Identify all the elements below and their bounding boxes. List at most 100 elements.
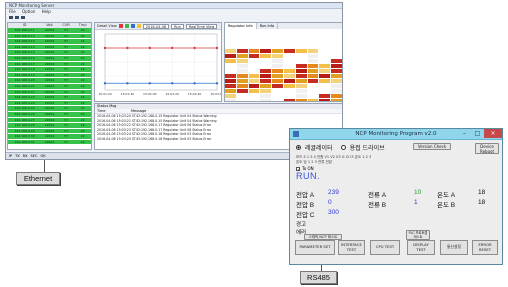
node-cell: 192.168.0.19 — [8, 72, 42, 78]
node-cell: 22004 — [41, 128, 58, 134]
run-button[interactable]: Run — [171, 23, 184, 29]
menu-option[interactable]: Option — [22, 9, 35, 14]
node-cell: 22 — [74, 44, 91, 50]
node-cell: 22004 — [41, 61, 58, 67]
status-tx: TX — [15, 154, 20, 158]
display-test-button[interactable]: DISPLAY TEST — [407, 240, 435, 255]
maximize-icon[interactable]: □ — [471, 129, 484, 138]
node-cell: 22 — [74, 111, 91, 117]
node-cell: 192.168.0.31 — [8, 139, 42, 145]
node-cell: 192.168.0.15 — [8, 50, 42, 55]
node-cell: 22 — [74, 50, 91, 55]
node-cell: 22 — [74, 134, 91, 139]
register-cell — [225, 99, 237, 101]
error-reset-button[interactable]: ERROR RESET — [472, 240, 498, 255]
node-cell: 22 — [74, 83, 91, 89]
register-grid — [225, 29, 342, 101]
node-cell: 57 — [57, 95, 75, 100]
toolbar — [6, 15, 342, 20]
ncp-titlebar: NCP Monitoring Program v2.0 – □ × — [290, 129, 502, 140]
menu-help[interactable]: Help — [42, 9, 51, 14]
col-time: Time — [97, 109, 106, 113]
green-swatch[interactable] — [124, 24, 129, 28]
node-cell: 22004 — [41, 89, 58, 95]
temp-b-label: 온도 B — [437, 202, 456, 209]
temp-a-label: 온도 A — [437, 192, 456, 199]
node-cell: 22004 — [41, 50, 58, 55]
cpu-test-button[interactable]: CPU TEST — [370, 240, 400, 255]
node-table: ID Volt CUR Tmp 192.168.0.11 22004 57 22 192… — [7, 22, 92, 150]
node-cell: 22 — [74, 28, 91, 33]
ethernet-callout: Ethernet — [16, 172, 60, 185]
data-point — [193, 46, 196, 50]
line-chart: 15:01:20 15:01:40 15:02:00 15:02:20 15:02:40… — [98, 33, 221, 96]
voltage-c-value: 300 — [328, 209, 339, 216]
node-table-row[interactable]: 192.168.0.31 22004 57 22 — [8, 139, 91, 146]
node-cell: 57 — [57, 50, 75, 55]
node-cell: 22004 — [41, 78, 58, 83]
node-cell: 22 — [74, 128, 91, 134]
node-cell: 22 — [74, 106, 91, 111]
voltage-a-label: 전압 A — [296, 192, 315, 199]
red-swatch[interactable] — [118, 24, 123, 28]
close-icon[interactable]: × — [484, 129, 502, 138]
stop-icon[interactable] — [15, 16, 19, 19]
node-rows: 192.168.0.11 22004 57 22 192.168.0.12 22004 57… — [8, 28, 91, 146]
date-field[interactable]: 2016-04-06 — [142, 23, 170, 29]
menu-file[interactable]: File — [9, 9, 16, 14]
node-cell: 57 — [57, 72, 75, 78]
current-b-value: 1 — [414, 199, 418, 206]
node-cell: 22 — [74, 33, 91, 39]
node-cell: 22004 — [41, 39, 58, 44]
node-cell: 192.168.0.16 — [8, 55, 42, 61]
voltage-a-value: 239 — [328, 189, 339, 196]
node-cell: 57 — [57, 134, 75, 139]
node-cell: 57 — [57, 128, 75, 134]
node-cell: 57 — [57, 123, 75, 128]
data-point — [103, 46, 107, 50]
current-a-value: 10 — [414, 189, 422, 196]
node-cell: 22 — [74, 55, 91, 61]
x-tick-label: 15:01:20 — [98, 92, 112, 96]
minimize-icon[interactable]: – — [458, 129, 471, 138]
x-tick-label: 15:02:20 — [165, 92, 179, 96]
regulator-radio[interactable] — [296, 145, 301, 150]
yellow-swatch[interactable] — [136, 24, 141, 28]
run-status: RUN. — [296, 171, 320, 181]
register-cell — [284, 99, 296, 101]
x-tick-label: 15:02:40 — [188, 92, 202, 96]
realtime-view-button[interactable]: RealTime View — [185, 23, 218, 29]
welding-radio[interactable] — [340, 145, 346, 150]
node-cell: 192.168.0.23 — [8, 95, 42, 100]
x-tick-label: 15:03:00 — [210, 92, 221, 96]
device-reboot-button[interactable]: Device Reboot — [475, 143, 499, 154]
node-cell: 57 — [57, 67, 75, 72]
register-cell — [331, 99, 342, 101]
chart-panel: Detail View 2016-04-06 Run RealTime View… — [94, 22, 222, 102]
node-cell: 22 — [74, 78, 91, 83]
col-message: Message — [131, 109, 147, 113]
node-cell: 57 — [57, 78, 75, 83]
status-rx: RX — [22, 154, 28, 158]
interface-test-button[interactable]: INTERFACE TEST — [338, 240, 365, 255]
parameter-set-button[interactable]: PARAMETER SET — [295, 240, 335, 255]
blue-swatch[interactable] — [130, 24, 135, 28]
comm-settings-button[interactable]: 통신설정 — [440, 240, 468, 255]
data-point — [148, 46, 151, 50]
node-cell: 22004 — [41, 55, 58, 61]
to-on-checkbox[interactable]: ✓ — [296, 166, 300, 171]
x-tick-label: 15:02:00 — [143, 92, 157, 96]
node-cell: 192.168.0.22 — [8, 89, 42, 95]
status-sec: SEC — [30, 154, 38, 158]
temp-a-value: 18 — [478, 189, 486, 196]
version-check-button[interactable]: Version Check — [413, 143, 451, 150]
play-icon[interactable] — [9, 16, 13, 19]
data-point — [126, 46, 129, 50]
plc-protocol-test-button[interactable]: PLC 프로토콜 테스트 — [406, 230, 430, 240]
settings-icon[interactable] — [21, 16, 25, 19]
node-cell: 57 — [57, 89, 75, 95]
data-point — [126, 82, 129, 85]
node-cell: 57 — [57, 61, 75, 67]
node-cell: 22 — [74, 123, 91, 128]
node-cell: 22004 — [41, 72, 58, 78]
